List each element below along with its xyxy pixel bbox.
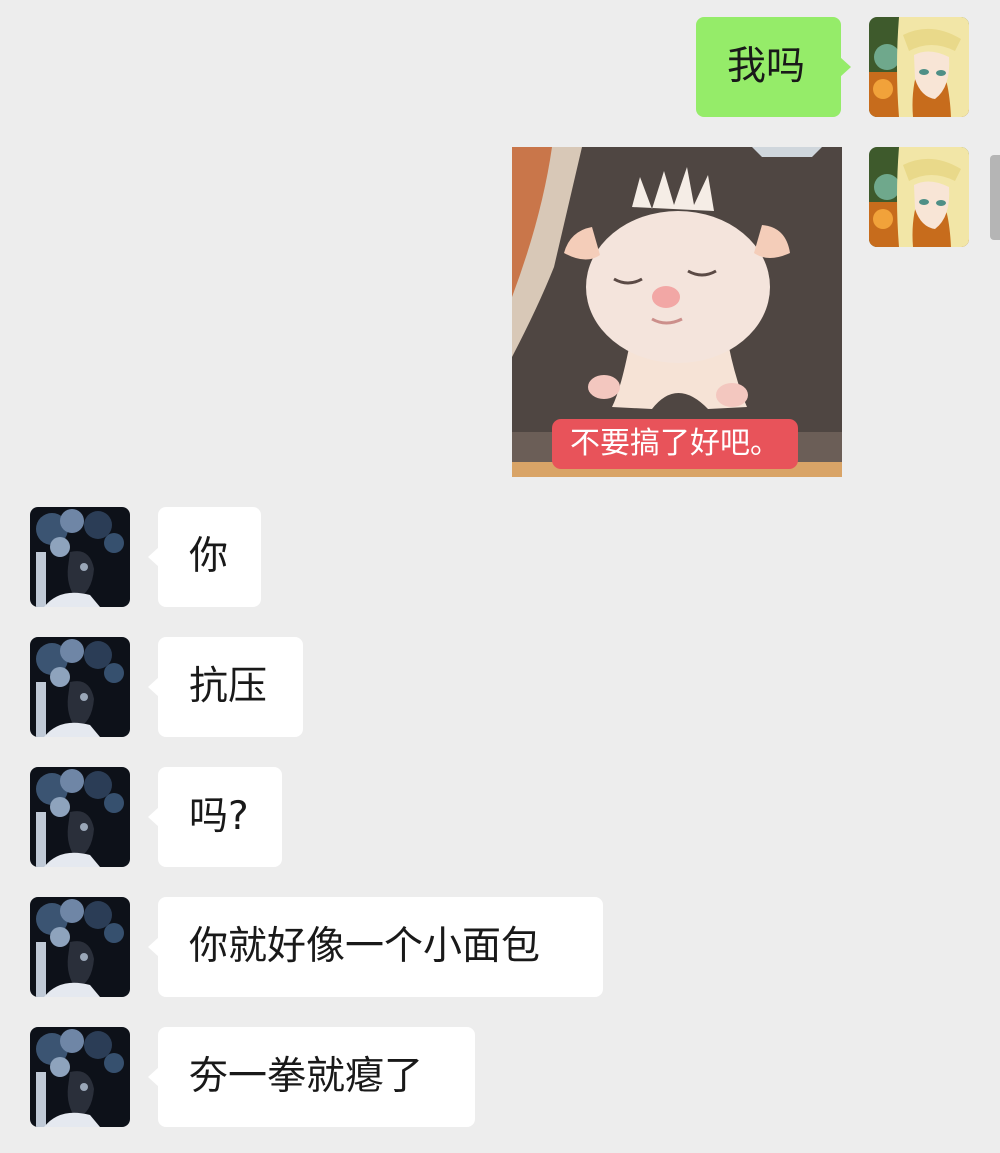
bubble-tail (148, 547, 159, 567)
message-bubble-incoming[interactable]: 你 (148, 507, 261, 607)
self-avatar[interactable] (869, 147, 969, 247)
bubble-tail (840, 57, 851, 77)
sticker-caption: 不要搞了好吧。 (552, 419, 798, 469)
dark-portrait-avatar-icon (30, 1027, 130, 1127)
message-bubble-incoming[interactable]: 吗? (148, 767, 282, 867)
bubble-tail (148, 1067, 159, 1087)
kitten-sticker[interactable]: 不要搞了好吧。 (512, 147, 842, 477)
bubble-tail (148, 677, 159, 697)
chat-area: 我吗 不要搞了好吧。 你 抗压 吗? 你就好像一个小面包 夯一拳就瘪了 (0, 0, 1000, 1153)
contact-avatar[interactable] (30, 637, 130, 737)
message-text: 我吗 (727, 44, 806, 89)
contact-avatar[interactable] (30, 507, 130, 607)
contact-avatar[interactable] (30, 1027, 130, 1127)
contact-avatar[interactable] (30, 767, 130, 867)
bubble-tail (148, 937, 159, 957)
message-text: 你就好像一个小面包 (189, 924, 541, 969)
dark-portrait-avatar-icon (30, 897, 130, 997)
message-text: 抗压 (189, 664, 268, 709)
dark-portrait-avatar-icon (30, 507, 130, 607)
bubble-tail (148, 807, 159, 827)
message-text: 你 (189, 534, 229, 579)
scrollbar[interactable] (990, 155, 1000, 240)
message-text: 夯一拳就瘪了 (189, 1054, 424, 1099)
anime-girl-avatar-icon (869, 17, 969, 117)
dark-portrait-avatar-icon (30, 767, 130, 867)
message-bubble-incoming[interactable]: 你就好像一个小面包 (148, 897, 603, 997)
dark-portrait-avatar-icon (30, 637, 130, 737)
contact-avatar[interactable] (30, 897, 130, 997)
self-avatar[interactable] (869, 17, 969, 117)
message-text: 吗? (189, 794, 249, 839)
anime-girl-avatar-icon (869, 147, 969, 247)
message-bubble-incoming[interactable]: 抗压 (148, 637, 303, 737)
message-bubble-outgoing[interactable]: 我吗 (696, 17, 851, 117)
message-bubble-incoming[interactable]: 夯一拳就瘪了 (148, 1027, 475, 1127)
